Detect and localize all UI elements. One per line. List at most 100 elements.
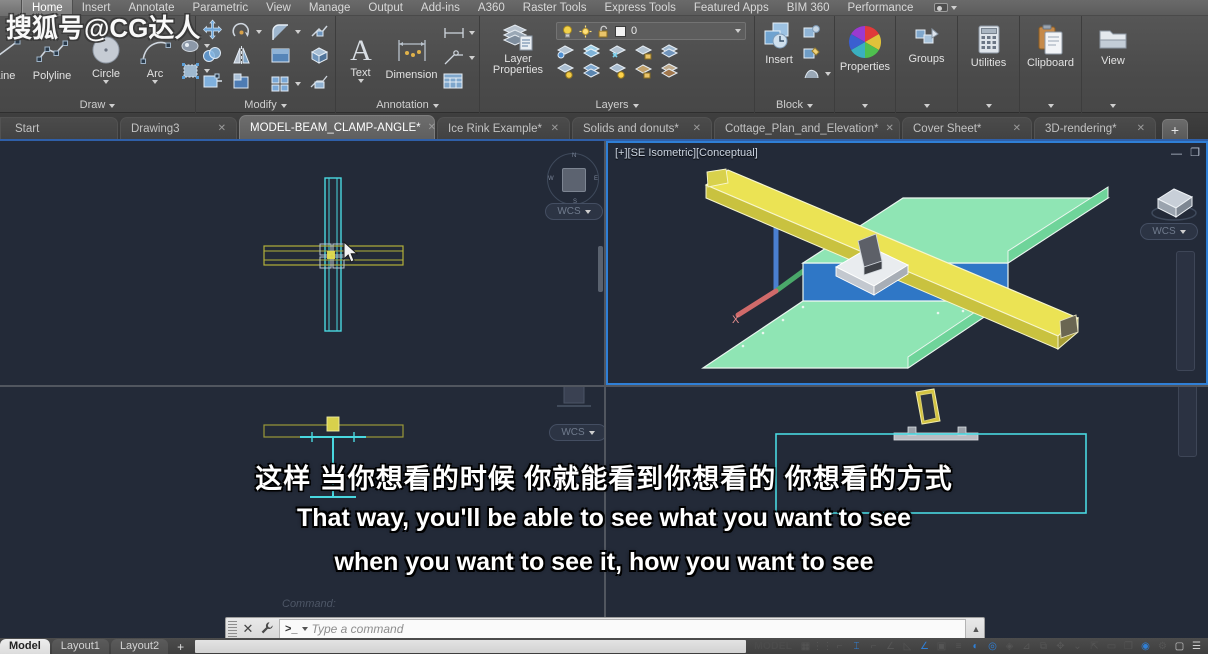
ribbon-tab-home[interactable]: Home	[22, 0, 73, 16]
units-icon[interactable]: ⚙	[1155, 640, 1170, 653]
chevron-down-icon[interactable]	[103, 79, 109, 84]
layer-lock-icon[interactable]	[634, 44, 653, 60]
layer-previous-icon[interactable]	[608, 63, 627, 79]
utilities-button[interactable]: Utilities	[962, 24, 1016, 69]
file-tab-solids-and-donuts[interactable]: Solids and donuts* ✕	[572, 117, 712, 139]
command-input-wrapper[interactable]: >_ Type a command	[279, 619, 966, 639]
close-icon[interactable]: ✕	[885, 123, 893, 134]
wcs-dropdown-bottom-left[interactable]: WCS	[549, 424, 604, 441]
infer-constraints-icon[interactable]: ⌐	[832, 640, 847, 653]
modify-explode-button[interactable]	[309, 19, 330, 45]
panel-properties-title[interactable]	[835, 98, 895, 113]
wcs-dropdown-top-left[interactable]: WCS	[545, 203, 603, 220]
chevron-down-icon[interactable]	[294, 30, 301, 34]
viewport-bottom-right[interactable]	[606, 387, 1208, 638]
draw-arc-button[interactable]: Arc	[133, 33, 177, 84]
viewcube-top-right[interactable]	[1148, 175, 1200, 227]
ribbon-display-options[interactable]	[934, 3, 958, 12]
panel-layers-title[interactable]: Layers	[480, 98, 754, 113]
panel-view-title[interactable]	[1082, 98, 1144, 113]
modify-trim-button[interactable]	[270, 45, 301, 71]
selection-filtering-icon[interactable]: ⧉	[1036, 640, 1051, 653]
chevron-down-icon[interactable]	[255, 30, 262, 34]
autoscale-icon[interactable]: ⇱	[1087, 640, 1102, 653]
close-icon[interactable]: ✕	[551, 123, 559, 134]
close-icon[interactable]: ✕	[1013, 123, 1021, 134]
workspace-switching-icon[interactable]: ❐	[1121, 640, 1136, 653]
new-tab-button[interactable]: +	[1162, 119, 1188, 139]
navigation-bar-bottom-right[interactable]	[1178, 387, 1197, 457]
drawing-canvas[interactable]: N E S W WCS [+][SE Isometric][Conceptual…	[0, 141, 1208, 638]
ortho-icon[interactable]: ⌐	[866, 640, 881, 653]
panel-annotation-title[interactable]: Annotation	[336, 98, 479, 113]
file-tab-model-beam-clamp-angle[interactable]: MODEL-BEAM_CLAMP-ANGLE* ✕	[239, 115, 436, 139]
ribbon-tab-parametric[interactable]: Parametric	[184, 0, 258, 16]
command-line-drag-handle[interactable]	[228, 621, 237, 637]
draw-circle-button[interactable]: Circle	[79, 33, 133, 84]
add-layout-button[interactable]: +	[170, 640, 191, 654]
layer-match-icon[interactable]	[660, 63, 679, 79]
scrollbar-thumb[interactable]	[598, 246, 603, 292]
draw-polyline-button[interactable]: Polyline	[25, 35, 79, 82]
ribbon-tab-insert[interactable]: Insert	[73, 0, 120, 16]
snap-icon[interactable]: ⋮⋮	[813, 640, 833, 653]
panel-groups-title[interactable]	[896, 98, 957, 113]
layer-freeze-icon[interactable]	[608, 44, 627, 60]
dynamic-input-icon[interactable]: ⌶	[849, 640, 864, 653]
polar-tracking-icon[interactable]: ∠	[883, 640, 898, 653]
modify-scale-button[interactable]	[231, 71, 262, 97]
layer-properties-button[interactable]: Layer Properties	[488, 22, 548, 76]
modify-3dmove-button[interactable]	[309, 45, 330, 71]
modify-mirror-button[interactable]	[231, 45, 262, 71]
object-snap-tracking-icon[interactable]: ∠	[917, 640, 932, 653]
annotation-dim-style-button[interactable]	[443, 26, 475, 40]
panel-block-title[interactable]: Block	[755, 98, 834, 113]
draw-line-button[interactable]: Line	[0, 35, 25, 82]
close-icon[interactable]: ✕	[218, 123, 226, 134]
annotation-scale-icon[interactable]: ▭	[1104, 640, 1119, 653]
modify-move-button[interactable]	[202, 19, 223, 45]
viewport-restore-button[interactable]: ❐	[1190, 146, 1200, 159]
ribbon-tab-raster-tools[interactable]: Raster Tools	[514, 0, 596, 16]
chevron-down-icon[interactable]	[468, 56, 475, 60]
layer-off-icon[interactable]	[582, 63, 601, 79]
viewcube-top-left[interactable]: N E S W	[547, 153, 599, 205]
3d-object-snap-icon[interactable]: ◈	[1002, 640, 1017, 653]
ribbon-tab-annotate[interactable]: Annotate	[119, 0, 183, 16]
create-block-icon[interactable]	[802, 24, 821, 41]
ribbon-tab-view[interactable]: View	[257, 0, 300, 16]
layout-tab-model[interactable]: Model	[0, 639, 50, 654]
close-icon[interactable]: ✕	[1137, 123, 1145, 134]
ribbon-tab-bim360[interactable]: BIM 360	[778, 0, 839, 16]
layer-merge-icon[interactable]	[660, 44, 679, 60]
ribbon-tab-output[interactable]: Output	[359, 0, 412, 16]
chevron-down-icon[interactable]	[468, 31, 475, 35]
viewport-minimize-button[interactable]: —	[1171, 148, 1182, 160]
layer-lock-fade-icon[interactable]	[634, 63, 653, 79]
annotation-text-button[interactable]: A Text	[341, 33, 381, 83]
ribbon-tab-featured-apps[interactable]: Featured Apps	[685, 0, 778, 16]
modify-array-button[interactable]	[270, 74, 301, 95]
grid-icon[interactable]: ▦	[798, 640, 813, 653]
command-input-placeholder[interactable]: Type a command	[312, 622, 404, 636]
file-tab-cover-sheet[interactable]: Cover Sheet* ✕	[902, 117, 1032, 139]
chevron-down-icon[interactable]	[735, 29, 741, 33]
annotation-monitor-icon[interactable]: ◉	[1138, 640, 1153, 653]
transparency-icon[interactable]: ◐	[968, 640, 983, 653]
clean-screen-icon[interactable]: ▢	[1172, 640, 1187, 653]
chevron-down-icon[interactable]	[301, 627, 308, 631]
viewport-divider-horizontal-left[interactable]	[0, 385, 604, 387]
viewcube-bottom-left[interactable]	[553, 387, 595, 420]
annotation-dimension-button[interactable]: Dimension	[383, 36, 441, 81]
modify-extrude-button[interactable]	[309, 71, 330, 97]
panel-draw-title[interactable]: Draw	[0, 98, 195, 113]
panel-modify-title[interactable]: Modify	[196, 98, 335, 113]
file-tab-3d-rendering[interactable]: 3D-rendering* ✕	[1034, 117, 1156, 139]
annotation-visibility-icon[interactable]: ⌄	[1070, 640, 1085, 653]
modify-stretch-button[interactable]	[202, 71, 223, 97]
chevron-down-icon[interactable]	[357, 79, 364, 83]
layer-on-icon[interactable]	[556, 63, 575, 79]
file-tab-ice-rink-example[interactable]: Ice Rink Example* ✕	[437, 117, 570, 139]
ribbon-tab-manage[interactable]: Manage	[300, 0, 360, 16]
lineweight-icon[interactable]: ≡	[951, 640, 966, 653]
